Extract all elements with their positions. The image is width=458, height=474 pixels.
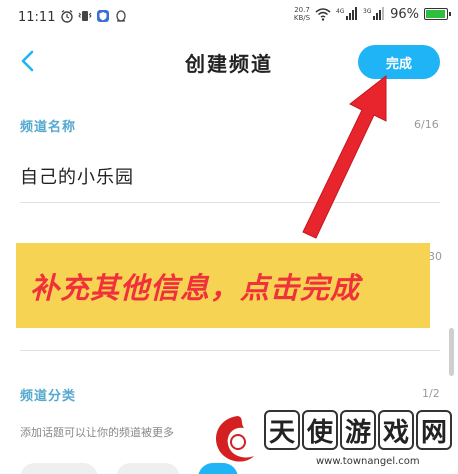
channel-category-count: 1/2 bbox=[422, 387, 440, 400]
watermark: 天 使 游 戏 网 www.townangel.com bbox=[204, 410, 458, 474]
annotation-banner: 补充其他信息，点击完成 bbox=[16, 243, 430, 328]
channel-name-input[interactable]: 自己的小乐园 bbox=[20, 163, 134, 189]
battery-percent: 96% bbox=[390, 6, 419, 22]
description-count: 30 bbox=[428, 250, 442, 263]
net-speed: 20.7 KB/S bbox=[294, 6, 310, 22]
channel-name-count: 6/16 bbox=[414, 118, 439, 131]
net-speed-value: 20.7 bbox=[294, 6, 310, 14]
done-button[interactable]: 完成 bbox=[358, 45, 440, 79]
wifi-icon bbox=[315, 8, 331, 21]
watermark-chars: 天 使 游 戏 网 bbox=[264, 410, 452, 450]
watermark-char: 使 bbox=[302, 410, 338, 450]
channel-category-label: 频道分类 bbox=[20, 389, 77, 404]
channel-name-label: 频道名称 bbox=[20, 120, 77, 135]
nav-header: 创建频道 完成 bbox=[0, 38, 458, 86]
battery-icon bbox=[424, 8, 451, 20]
svg-text:4G: 4G bbox=[336, 8, 345, 15]
net-speed-unit: KB/S bbox=[293, 14, 311, 22]
watermark-char: 网 bbox=[416, 410, 452, 450]
status-icons-right: 20.7 KB/S 4G 3G 96% bbox=[294, 6, 451, 22]
watermark-char: 游 bbox=[340, 410, 376, 450]
watermark-char: 戏 bbox=[378, 410, 414, 450]
divider-name bbox=[20, 202, 440, 203]
tag-chip[interactable] bbox=[116, 463, 180, 474]
status-time: 11:11 bbox=[18, 10, 56, 25]
scrollbar[interactable] bbox=[449, 328, 454, 376]
signal-3g-icon: 3G bbox=[363, 7, 385, 20]
vibrate-icon bbox=[78, 11, 92, 21]
annotation-banner-text: 补充其他信息，点击完成 bbox=[30, 271, 361, 305]
battery-fill bbox=[426, 10, 446, 18]
watermark-url: www.townangel.com bbox=[316, 456, 420, 467]
shield-app-icon bbox=[97, 10, 109, 22]
divider-description bbox=[20, 350, 440, 351]
signal-4g-icon: 4G bbox=[336, 7, 358, 20]
tag-chip[interactable] bbox=[20, 463, 98, 474]
status-bar: 11:11 20.7 KB/S 4G 3G 96% bbox=[0, 0, 458, 36]
topic-hint: 添加话题可以让你的频道被更多 bbox=[20, 426, 174, 439]
svg-text:3G: 3G bbox=[363, 8, 372, 15]
watermark-char: 天 bbox=[264, 410, 300, 450]
alarm-icon bbox=[61, 10, 73, 23]
watermark-logo-icon bbox=[216, 416, 254, 462]
status-icons-left bbox=[60, 9, 128, 23]
qq-icon bbox=[116, 10, 126, 22]
